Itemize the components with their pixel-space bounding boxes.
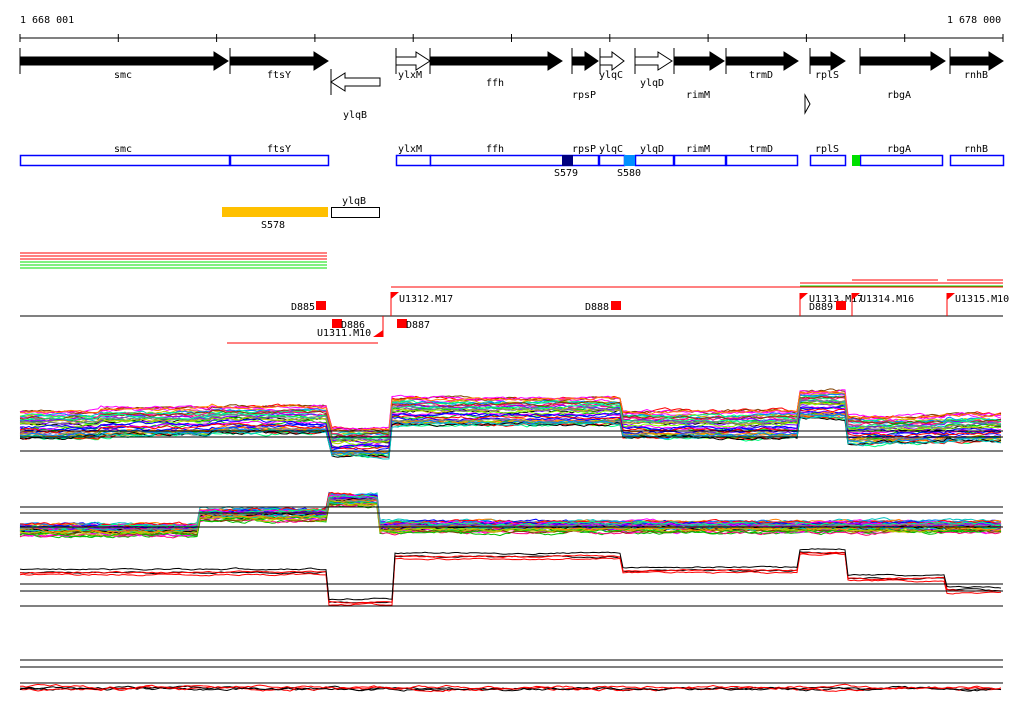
flag-U1313[interactable]: [800, 293, 808, 300]
segment-label: ylqD: [640, 144, 664, 155]
segment-box-rplS[interactable]: [809, 154, 847, 167]
gene-rnhB-arrow[interactable]: [949, 51, 1004, 71]
segment-S579-label: S579: [554, 168, 578, 179]
segment-box-ylqD[interactable]: [634, 154, 675, 167]
flag-U1312[interactable]: [391, 292, 399, 299]
segment-label: rplS: [815, 144, 839, 155]
gene-ylxM-label: ylxM: [398, 70, 422, 81]
gene-rpsP-arrow[interactable]: [571, 51, 599, 71]
feature-track: D885D886U1311.M10U1312.M17D887D888U1313.…: [20, 292, 1009, 339]
gene-ylxM-arrow[interactable]: [395, 51, 431, 71]
segment-box-rimM[interactable]: [673, 154, 727, 167]
coordinate-axis: 1 668 001 1 678 000: [19, 15, 1004, 42]
genome-browser-view: 1 668 001 1 678 000 smc ftsY ylqB ylxM ffh rp…: [19, 15, 1009, 693]
segment-label: ylxM: [398, 144, 422, 155]
marker-D889[interactable]: [836, 301, 846, 310]
gene-ffh-arrow[interactable]: [429, 51, 563, 71]
segment-S580[interactable]: [624, 155, 635, 166]
segment-label: smc: [114, 144, 132, 155]
segment-label: rnhB: [964, 144, 988, 155]
segment-ylqB[interactable]: [331, 207, 380, 218]
segment-S580-label: S580: [617, 168, 641, 179]
segment-box-ylxM[interactable]: [395, 154, 432, 167]
feature-label: U1311.M10: [317, 328, 371, 339]
axis-end-label: 1 678 000: [947, 15, 1001, 26]
segment-label: trmD: [749, 144, 773, 155]
feature-label: D888: [585, 302, 609, 313]
gene-rimM-label: rimM: [686, 90, 710, 101]
feature-label: D889: [809, 302, 833, 313]
custom-segments: S578 ylqB: [222, 196, 380, 231]
gene-ylqB-arrow[interactable]: [330, 72, 381, 92]
gene-ylqD-arrow[interactable]: [634, 51, 673, 71]
segment-label: rimM: [686, 144, 710, 155]
gene-smc-arrow[interactable]: [19, 51, 229, 71]
gene-rimM-arrow[interactable]: [673, 51, 725, 71]
gene-track: smc ftsY ylqB ylxM ffh rpsPylqC ylqD rimM trmD rp…: [19, 48, 1004, 121]
segment-S579[interactable]: [562, 155, 573, 166]
feature-label: U1314.M16: [860, 294, 914, 305]
segment-box-smc[interactable]: [19, 154, 231, 167]
segment-S578[interactable]: [222, 207, 328, 217]
flag-U1315[interactable]: [947, 293, 955, 300]
segment-label: ftsY: [267, 144, 291, 155]
segment-box-rbgA[interactable]: [859, 154, 944, 167]
segment-box-ffh[interactable]: [429, 154, 600, 167]
segment-ylqB-label: ylqB: [342, 196, 366, 207]
segment-track: smc ftsY ylxM ffh ylqC ylqD rimM trmD rplS rbgA rn…: [19, 144, 1005, 179]
feature-label: U1312.M17: [399, 294, 453, 305]
segment-box-ftsY[interactable]: [229, 154, 330, 167]
segment-label: rpsP: [572, 144, 596, 155]
gene-rbgA-arrow[interactable]: [859, 51, 946, 71]
flag-U1311[interactable]: [373, 330, 383, 337]
segment-label: rbgA: [887, 144, 911, 155]
gene-rplS-arrow[interactable]: [809, 51, 846, 71]
segment-green[interactable]: [852, 155, 860, 166]
marker-D888[interactable]: [611, 301, 621, 310]
gene-trmD-arrow[interactable]: [725, 51, 799, 71]
segment-label: ffh: [486, 144, 504, 155]
axis-start-label: 1 668 001: [20, 15, 74, 26]
gene-ylqC-label: ylqC: [599, 70, 623, 81]
small-arrow-icon: [804, 93, 811, 115]
segment-box-rnhB[interactable]: [949, 154, 1005, 167]
marker-D885[interactable]: [316, 301, 326, 310]
gene-ylqD-label: ylqD: [640, 78, 664, 89]
gene-smc-label: smc: [114, 70, 132, 81]
expression-plots: [19, 388, 1003, 693]
gene-ftsY-label: ftsY: [267, 70, 291, 81]
segment-box-trmD[interactable]: [725, 154, 799, 167]
feature-label: D885: [291, 302, 315, 313]
gene-ylqC-arrow[interactable]: [599, 51, 625, 71]
gene-rpsP-label: rpsP: [572, 90, 596, 101]
gene-ylqB-label: ylqB: [343, 110, 367, 121]
segment-S578-label: S578: [261, 220, 285, 231]
feature-label: U1315.M10: [955, 294, 1009, 305]
expression-trace: [19, 552, 1002, 606]
feature-label: D887: [406, 320, 430, 331]
gene-ftsY-arrow[interactable]: [229, 51, 329, 71]
gene-ffh-label: ffh: [486, 78, 504, 89]
segment-label: ylqC: [599, 144, 623, 155]
gene-rplS-label: rplS: [815, 70, 839, 81]
gene-trmD-label: trmD: [749, 70, 773, 81]
gene-rnhB-label: rnhB: [964, 70, 988, 81]
segment-box-ylqC[interactable]: [598, 154, 626, 167]
gene-rbgA-label: rbgA: [887, 90, 911, 101]
